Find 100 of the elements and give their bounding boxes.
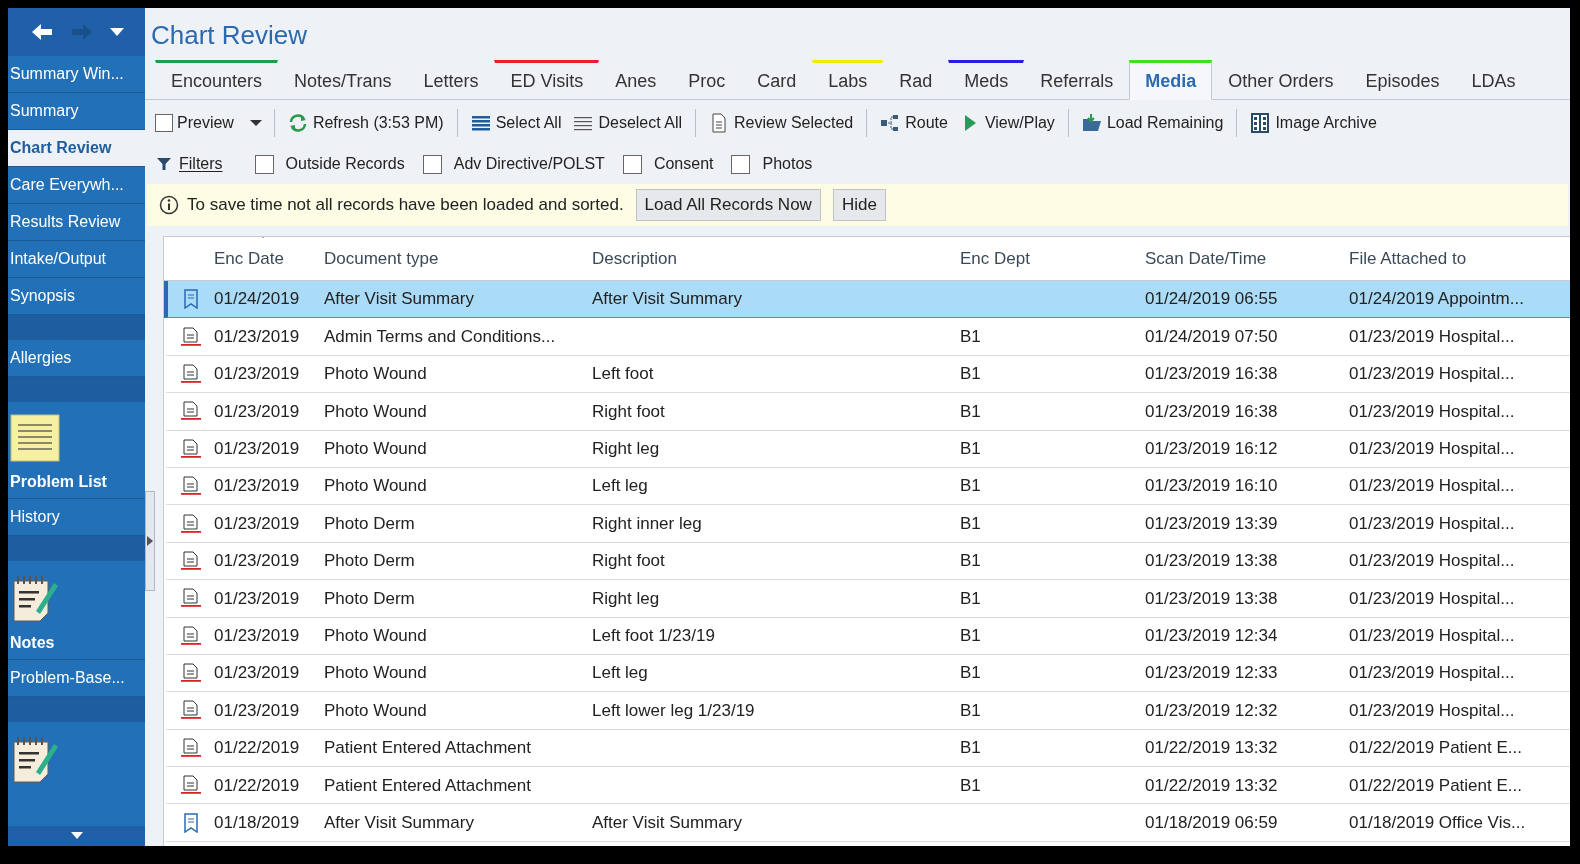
tab[interactable]: Meds	[948, 60, 1025, 100]
sidebar-item[interactable]: Summary Win...	[8, 56, 145, 93]
table-cell: 01/23/2019	[214, 401, 300, 421]
column-header[interactable]: Document type	[324, 245, 592, 272]
table-cell: B1	[960, 625, 981, 645]
checkbox[interactable]	[622, 154, 642, 174]
checkbox-label: Consent	[653, 154, 714, 174]
table-row[interactable]: 01/23/2019 Photo Wound Left foot B1 01/23/2019 16:38 01/23/2019 Hospital...	[164, 355, 1570, 394]
tab[interactable]: Referrals	[1024, 60, 1130, 100]
table-cell: B1	[960, 738, 981, 758]
document-icon	[180, 363, 202, 384]
notice-button[interactable]: Hide	[832, 189, 886, 221]
column-header[interactable]: Description	[592, 245, 960, 272]
toolbar-button[interactable]: Load Remaining	[1078, 111, 1227, 135]
table-row[interactable]: 01/23/2019 Photo Wound Left leg B1 01/23/2019 12:33 01/23/2019 Hospital...	[164, 654, 1570, 693]
tab[interactable]: Proc	[672, 60, 742, 100]
column-header[interactable]: Enc Dept	[960, 245, 1145, 272]
table-row[interactable]: 01/18/2019 After Visit Summary After Visit Summary 01/18/2019 06:59 01/18/2019 Office Vis...	[164, 804, 1570, 842]
table-cell: Right inner leg	[592, 513, 702, 533]
toolbar-button[interactable]: Route	[877, 111, 951, 135]
scroll-down-icon[interactable]	[70, 832, 83, 840]
table-cell: B1	[960, 775, 981, 795]
table-row[interactable]: 01/22/2019 Patient Entered Attachment B1 01/22/2019 13:32 01/22/2019 Patient E...	[164, 767, 1570, 805]
checkbox[interactable]	[422, 154, 442, 174]
table-row[interactable]: 01/23/2019 Photo Derm Right inner leg B1 01/23/2019 13:39 01/23/2019 Hospital...	[164, 505, 1570, 543]
tab[interactable]: Labs	[812, 60, 884, 100]
tab[interactable]: ED Visits	[494, 60, 600, 100]
tab[interactable]: Encounters	[155, 60, 279, 100]
tab[interactable]: Letters	[407, 60, 495, 100]
filters-button[interactable]: Filters	[157, 152, 223, 176]
document-icon	[183, 289, 199, 310]
table-row[interactable]: 01/23/2019 Photo Wound Right leg B1 01/23/2019 16:12 01/23/2019 Hospital...	[164, 430, 1570, 468]
table-cell: 01/23/2019	[214, 588, 300, 608]
table-cell: Photo Wound	[324, 364, 427, 384]
column-header[interactable]: Enc Date	[214, 245, 324, 272]
tab[interactable]: Rad	[883, 60, 949, 100]
table-cell: 01/23/2019 Hospital...	[1349, 700, 1515, 720]
table-cell: 01/23/2019 16:12	[1145, 439, 1278, 458]
table-cell: 01/22/2019	[214, 738, 300, 758]
notepad-icon	[10, 734, 60, 784]
toolbar-button[interactable]: Review Selected	[706, 111, 857, 135]
table-cell: 01/23/2019 Hospital...	[1349, 663, 1515, 683]
toolbar-button[interactable]: Select All	[467, 111, 565, 135]
column-header[interactable]: File Attached to	[1349, 245, 1570, 272]
info-icon	[159, 195, 179, 215]
sidebar-item[interactable]: Problem List	[8, 402, 145, 499]
refresh-icon	[287, 113, 308, 133]
checkbox[interactable]	[731, 154, 751, 174]
sidebar-item[interactable]: Notes	[8, 561, 145, 660]
sidebar-item[interactable]: Intake/Output	[8, 241, 145, 278]
notepad-icon	[10, 573, 60, 623]
table-row[interactable]: 01/23/2019 Photo Wound Left leg B1 01/23/2019 16:10 01/23/2019 Hospital...	[164, 467, 1570, 506]
table-row[interactable]: 01/23/2019 Photo Wound Left foot 1/23/19 B1 01/23/2019 12:34 01/23/2019 Hospital...	[164, 617, 1570, 655]
toolbar-button[interactable]: View/Play	[956, 111, 1058, 135]
document-icon	[180, 775, 202, 796]
table-cell: B1	[960, 364, 981, 384]
preview-button[interactable]: Preview	[153, 111, 264, 135]
toolbar-button[interactable]: Image Archive	[1247, 111, 1380, 135]
table-row[interactable]: 01/23/2019 Admin Terms and Conditions... B1 01/24/2019 07:50 01/23/2019 Hospital...	[164, 318, 1570, 356]
table-row[interactable]: 01/23/2019 Photo Derm Right foot B1 01/23/2019 13:38 01/23/2019 Hospital...	[164, 542, 1570, 581]
caret-icon	[249, 119, 262, 127]
tab[interactable]: LDAs	[1455, 60, 1532, 100]
table-cell: B1	[960, 401, 981, 421]
toolbar-button[interactable]: Deselect All	[570, 111, 686, 135]
sidebar-item[interactable]: Care Everywh...	[8, 167, 145, 204]
table-row[interactable]: 01/23/2019 Photo Derm Right leg B1 01/23/2019 13:38 01/23/2019 Hospital...	[164, 580, 1570, 618]
table-cell: 01/23/2019	[214, 476, 300, 496]
sidebar-item[interactable]: Chart Review	[8, 130, 145, 167]
column-header[interactable]: Scan Date/Time	[1145, 245, 1349, 272]
table-cell: 01/23/2019 Hospital...	[1349, 551, 1515, 571]
table-cell: 01/23/2019 16:38	[1145, 364, 1278, 384]
table-cell: Photo Wound	[324, 401, 427, 421]
table-cell: 01/22/2019 Patient E...	[1349, 738, 1522, 758]
tab[interactable]: Card	[741, 60, 813, 100]
tab[interactable]: Other Orders	[1212, 60, 1350, 100]
caret-icon[interactable]	[109, 27, 124, 37]
table-cell: Admin Terms and Conditions...	[324, 326, 556, 346]
table-row[interactable]: 01/23/2019 Photo Wound Left lower leg 1/23/19 B1 01/23/2019 12:32 01/23/2019 Hospital...	[164, 692, 1570, 730]
preview-checkbox[interactable]	[155, 114, 173, 132]
table-cell: Left leg	[592, 476, 648, 496]
collapse-handle[interactable]	[145, 491, 155, 591]
toolbar-button[interactable]: Refresh (3:53 PM)	[284, 111, 447, 135]
tab[interactable]: Episodes	[1349, 60, 1456, 100]
tab[interactable]: Anes	[599, 60, 673, 100]
document-icon	[180, 438, 202, 459]
table-row[interactable]: 01/23/2019 Photo Wound Right foot B1 01/23/2019 16:38 01/23/2019 Hospital...	[164, 393, 1570, 431]
film-icon	[1250, 113, 1271, 133]
table-row[interactable]: 01/22/2019 Patient Entered Attachment B1 01/22/2019 13:32 01/22/2019 Patient E...	[164, 729, 1570, 768]
table-cell: Photo Wound	[324, 700, 427, 720]
table-cell: B1	[960, 663, 981, 683]
tab[interactable]: Notes/Trans	[278, 60, 408, 100]
tab[interactable]: Media	[1129, 60, 1213, 100]
notice-button[interactable]: Load All Records Now	[635, 189, 821, 221]
sidebar-item[interactable]: Results Review	[8, 204, 145, 241]
checkbox[interactable]	[254, 154, 274, 174]
table-cell: Photo Derm	[324, 551, 415, 571]
list-icon	[470, 113, 491, 133]
table-row[interactable]: 01/24/2019 After Visit Summary After Visit Summary 01/24/2019 06:55 01/24/2019 Appointm...	[164, 281, 1570, 319]
table-cell: 01/22/2019	[214, 775, 300, 795]
table-cell: Patient Entered Attachment	[324, 775, 531, 795]
